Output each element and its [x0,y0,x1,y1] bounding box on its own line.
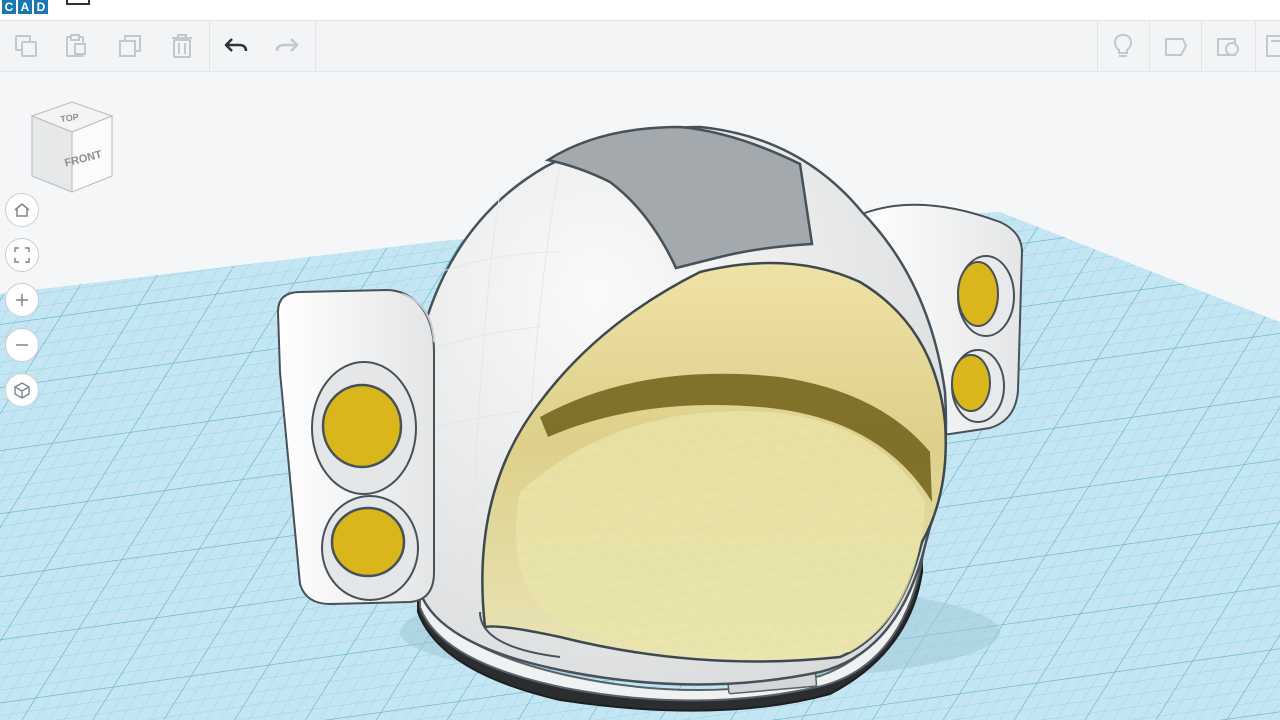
toolbar-divider [1097,21,1098,71]
logo-letter-c: C [2,0,16,14]
left-light-pod [276,288,435,606]
design-icon[interactable] [66,0,90,5]
redo-icon[interactable] [270,29,304,63]
workplane-viewport[interactable]: TOP FRONT [0,72,1280,720]
perspective-icon [14,382,30,399]
edit-toolbar [0,21,1280,72]
fit-view-button[interactable] [5,238,39,272]
title-bar: C A D [0,0,1280,21]
duplicate-icon[interactable] [113,29,147,63]
panel-icon[interactable] [1262,29,1280,63]
undo-icon[interactable] [219,29,253,63]
toolbar-divider [315,21,316,71]
delete-icon[interactable] [165,29,199,63]
home-view-button[interactable] [5,193,39,227]
zoom-out-icon [16,344,28,346]
logo-letter-d: D [34,0,48,14]
lightbulb-icon[interactable] [1106,29,1140,63]
view-cube[interactable]: TOP FRONT [24,100,124,200]
fit-view-icon [14,247,30,263]
note-icon[interactable] [1159,29,1193,63]
toolbar-divider [1149,21,1150,71]
app-logo[interactable]: C A D [2,0,48,14]
paste-icon[interactable] [59,29,93,63]
logo-letter-a: A [18,0,32,14]
zoom-in-icon [16,294,28,306]
toolbar-divider [209,21,210,71]
helmet-3d-model[interactable] [0,72,1280,720]
zoom-in-button[interactable] [5,283,39,317]
copy-icon[interactable] [9,29,43,63]
home-view-icon [14,203,30,217]
zoom-out-button[interactable] [5,328,39,362]
toolbar-divider [1201,21,1202,71]
shape-icon[interactable] [1211,29,1245,63]
perspective-button[interactable] [5,373,39,407]
toolbar-divider [1255,21,1256,71]
